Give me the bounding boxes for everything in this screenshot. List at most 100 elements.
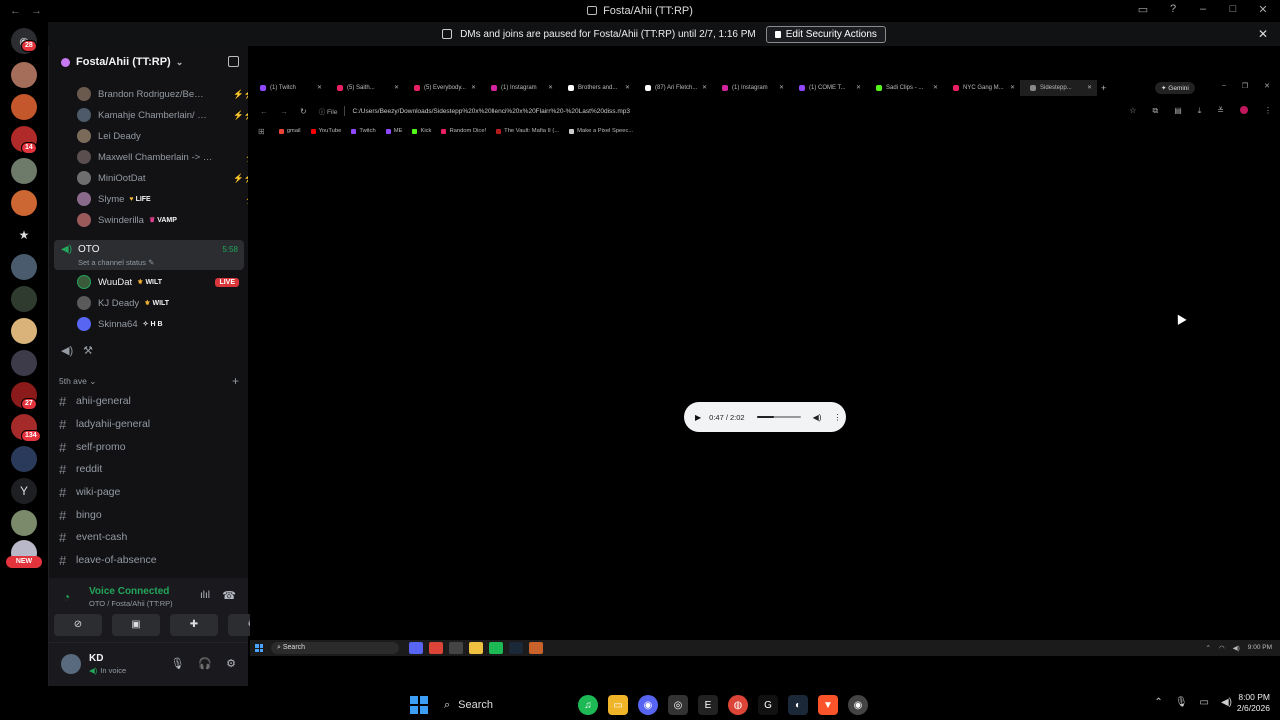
- bookmark[interactable]: Twitch: [351, 128, 376, 134]
- screen-share-stream[interactable]: (1) Twitch ✕ (5) Saith... ✕ (5) Everybody.…: [250, 46, 1280, 658]
- gemini-button[interactable]: ✦ Gemini: [1155, 82, 1195, 94]
- channel-ladyahii-general[interactable]: # ladyahii-general: [59, 414, 239, 434]
- server-avatar[interactable]: [11, 350, 37, 376]
- chrome-app-icon[interactable]: [429, 642, 443, 654]
- category-5th-ave[interactable]: 5th ave ⌄ +: [59, 374, 239, 388]
- voice-member[interactable]: Brandon Rodriguez/Benz... ⚡⚡: [77, 84, 248, 104]
- voice-member[interactable]: MiniOotDat ⚡⚡: [77, 168, 248, 188]
- tray-chevron-icon[interactable]: ⌃: [1205, 644, 1210, 652]
- channel-self-promo[interactable]: # self-promo: [59, 437, 239, 457]
- help-icon[interactable]: ?: [1166, 3, 1180, 16]
- steam-app-icon[interactable]: ◐: [788, 695, 808, 715]
- back-arrow-icon[interactable]: ←: [10, 5, 21, 17]
- tray-chevron-icon[interactable]: ⌃: [1154, 697, 1162, 708]
- windows-start-icon[interactable]: [410, 696, 428, 714]
- volume-icon[interactable]: ◀): [1221, 697, 1232, 708]
- chrome-app-icon[interactable]: ◍: [728, 695, 748, 715]
- server-avatar[interactable]: [11, 286, 37, 312]
- app-icon[interactable]: [529, 642, 543, 654]
- close-tab-icon[interactable]: ✕: [856, 84, 861, 91]
- browser-tab-active[interactable]: Sidestepp... ✕: [1020, 80, 1097, 96]
- back-arrow-icon[interactable]: ←: [260, 107, 268, 116]
- soundboard-icon[interactable]: ◀): [61, 344, 73, 357]
- close-tab-icon[interactable]: ✕: [394, 84, 399, 91]
- server-avatar-letter[interactable]: Y: [11, 478, 37, 504]
- profile-avatar[interactable]: [1240, 106, 1248, 114]
- server-avatar[interactable]: [11, 158, 37, 184]
- server-avatar[interactable]: [11, 318, 37, 344]
- close-tab-icon[interactable]: ✕: [933, 84, 938, 91]
- browser-tab[interactable]: (1) COME T... ✕: [789, 80, 866, 96]
- minimize-button[interactable]: –: [1222, 82, 1226, 90]
- system-clock[interactable]: 8:00 PM 2/6/2026: [1237, 692, 1270, 714]
- settings-gear-icon[interactable]: ⚙: [226, 657, 236, 670]
- hammer-icon[interactable]: ⚒: [83, 344, 93, 357]
- bookmark[interactable]: Random Dice!: [441, 128, 486, 134]
- guild-header[interactable]: Fosta/Ahii (TT:RP) ⌄: [49, 46, 248, 78]
- forward-arrow-icon[interactable]: →: [31, 5, 42, 17]
- channel-status[interactable]: Set a channel status ✎: [78, 258, 154, 267]
- channel-wiki-page[interactable]: # wiki-page: [59, 482, 239, 502]
- bookmark[interactable]: ME: [385, 128, 402, 134]
- bookmark[interactable]: Make a Pixel Speec...: [569, 128, 633, 134]
- forward-arrow-icon[interactable]: →: [280, 107, 288, 116]
- epic-games-icon[interactable]: E: [698, 695, 718, 715]
- star-icon[interactable]: ★: [11, 222, 37, 248]
- voice-connected-channel[interactable]: OTO / Fosta/Ahii (TT:RP): [89, 599, 173, 608]
- server-avatar[interactable]: [11, 510, 37, 536]
- bookmark[interactable]: YouTube: [310, 128, 341, 134]
- windows-start-icon[interactable]: [255, 644, 263, 652]
- noise-suppression-icon[interactable]: ılıl: [200, 590, 210, 601]
- voice-member[interactable]: KJ Deady ⚜ WILT: [77, 293, 247, 313]
- close-tab-icon[interactable]: ✕: [317, 84, 322, 91]
- avatar[interactable]: [61, 654, 81, 674]
- browser-tab[interactable]: (5) Everybody... ✕: [404, 80, 481, 96]
- volume-icon[interactable]: ◀): [1233, 644, 1240, 652]
- server-avatar[interactable]: [11, 190, 37, 216]
- discord-app-icon[interactable]: [409, 642, 423, 654]
- extensions-icon[interactable]: ⧉: [1152, 106, 1158, 116]
- volume-icon[interactable]: ◀): [813, 413, 822, 422]
- microphone-icon[interactable]: 🎙: [170, 657, 184, 670]
- network-icon[interactable]: ▭: [1200, 697, 1209, 708]
- server-avatar[interactable]: [11, 62, 37, 88]
- browser-tab[interactable]: (1) Twitch ✕: [250, 80, 327, 96]
- edit-security-actions-button[interactable]: Edit Security Actions: [765, 25, 886, 43]
- seek-slider[interactable]: [756, 416, 801, 418]
- browser-tab[interactable]: Brothers and... ✕: [558, 80, 635, 96]
- camera-off-button[interactable]: ⊘: [54, 614, 102, 636]
- menu-dots-icon[interactable]: ⋮: [1264, 106, 1272, 116]
- voice-member[interactable]: Slyme ♥LIFE ⚡: [77, 189, 248, 209]
- browser-tab[interactable]: (1) Instagram ✕: [712, 80, 789, 96]
- voice-member[interactable]: WuuDat ⚜ WILT LIVE: [77, 272, 247, 292]
- browser-tab[interactable]: NYC Gang M... ✕: [943, 80, 1020, 96]
- brave-app-icon[interactable]: ▼: [818, 695, 838, 715]
- new-tab-icon[interactable]: +: [1101, 83, 1106, 93]
- more-options-icon[interactable]: ⋮: [833, 413, 841, 422]
- browser-tab[interactable]: Sadi Clips - ... ✕: [866, 80, 943, 96]
- file-explorer-icon[interactable]: ▭: [608, 695, 628, 715]
- taskbar-search[interactable]: ⌕ Search: [438, 694, 568, 716]
- headphones-icon[interactable]: 🎧: [198, 657, 212, 670]
- inbox-icon[interactable]: ▭: [1136, 3, 1150, 16]
- channel-event-cash[interactable]: # event-cash: [59, 527, 239, 547]
- close-banner-icon[interactable]: ✕: [1258, 27, 1268, 41]
- voice-member[interactable]: Kamahje Chamberlain/ O... ⚡⚡: [77, 105, 248, 125]
- taskbar-search[interactable]: ⌕ Search: [271, 642, 399, 654]
- channel-reddit[interactable]: # reddit: [59, 459, 239, 479]
- channel-bingo[interactable]: # bingo: [59, 505, 239, 525]
- discord-app-icon[interactable]: ◉: [638, 695, 658, 715]
- browser-tab[interactable]: (1) Instagram ✕: [481, 80, 558, 96]
- browser-tab[interactable]: (5) Saith... ✕: [327, 80, 404, 96]
- apps-grid-icon[interactable]: ⊞: [258, 127, 265, 136]
- app-icon[interactable]: [489, 642, 503, 654]
- close-tab-icon[interactable]: ✕: [1087, 84, 1092, 91]
- server-avatar[interactable]: [11, 254, 37, 280]
- app-icon[interactable]: [449, 642, 463, 654]
- obs-app-icon[interactable]: ◉: [848, 695, 868, 715]
- signal-icon[interactable]: ◔: [63, 590, 70, 604]
- voice-member[interactable]: Skinna64 ✧ H B: [77, 314, 247, 334]
- bookmark[interactable]: The Vault: Mafia II (...: [496, 128, 559, 134]
- channel-leave-of-absence[interactable]: # leave-of-absence: [59, 550, 239, 570]
- voice-connected-label[interactable]: Voice Connected: [89, 586, 169, 597]
